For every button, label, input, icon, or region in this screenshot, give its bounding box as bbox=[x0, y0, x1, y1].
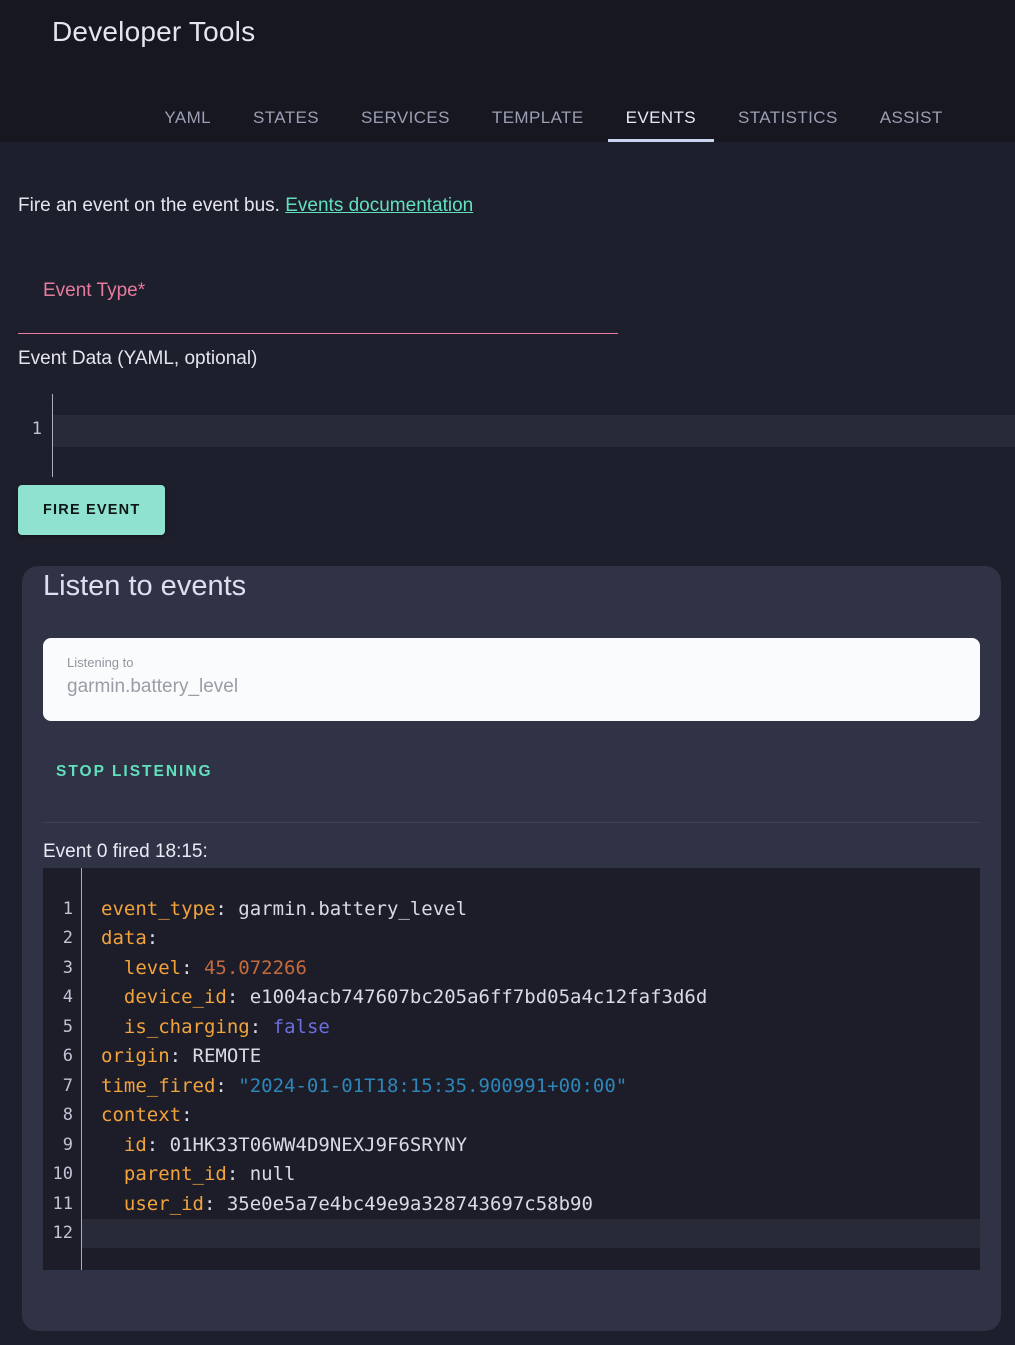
code-line-number: 3 bbox=[43, 958, 73, 978]
developer-tools-page: Developer Tools YAML STATES SERVICES TEM… bbox=[0, 0, 1015, 1345]
code-line-content: is_charging: false bbox=[81, 1012, 980, 1042]
events-documentation-link[interactable]: Events documentation bbox=[285, 195, 473, 216]
tab-statistics[interactable]: STATISTICS bbox=[720, 94, 856, 142]
code-line-number: 8 bbox=[43, 1105, 73, 1125]
event-type-label: Event Type* bbox=[18, 279, 618, 303]
event-type-underline bbox=[18, 333, 618, 334]
code-line-6: 6 origin: REMOTE bbox=[43, 1042, 980, 1072]
code-line-number: 5 bbox=[43, 1017, 73, 1037]
event-output-code-block: 1event_type: garmin.battery_level2data:3… bbox=[43, 868, 980, 1270]
code-line-number: 6 bbox=[43, 1046, 73, 1066]
code-line-content: origin: REMOTE bbox=[81, 1042, 980, 1072]
listening-to-input[interactable]: Listening to garmin.battery_level bbox=[43, 638, 980, 721]
fire-event-description: Fire an event on the event bus. Events d… bbox=[18, 192, 1015, 219]
tab-states[interactable]: STATES bbox=[235, 94, 337, 142]
listening-to-value: garmin.battery_level bbox=[67, 674, 956, 700]
tab-template[interactable]: TEMPLATE bbox=[474, 94, 602, 142]
code-line-number: 12 bbox=[43, 1223, 73, 1243]
code-line-8: 8 context: bbox=[43, 1101, 980, 1131]
card-divider bbox=[43, 822, 980, 823]
editor-active-line bbox=[52, 415, 1015, 447]
event-fired-header: Event 0 fired 18:15: bbox=[43, 839, 980, 865]
code-line-1: 1 event_type: garmin.battery_level bbox=[43, 894, 980, 924]
code-gutter-line bbox=[81, 868, 82, 1270]
code-line-content: time_fired: "2024-01-01T18:15:35.900991+… bbox=[81, 1071, 980, 1101]
listen-to-events-card: Listen to events Listening to garmin.bat… bbox=[22, 566, 1001, 1331]
tab-bar: YAML STATES SERVICES TEMPLATE EVENTS STA… bbox=[46, 94, 1015, 142]
description-text: Fire an event on the event bus. bbox=[18, 195, 280, 216]
code-line-content: event_type: garmin.battery_level bbox=[81, 894, 980, 924]
listen-card-title: Listen to events bbox=[43, 566, 980, 606]
code-line-content: context: bbox=[81, 1101, 980, 1131]
code-line-number: 9 bbox=[43, 1135, 73, 1155]
code-line-content: device_id: e1004acb747607bc205a6ff7bd05a… bbox=[81, 983, 980, 1013]
editor-line-number: 1 bbox=[18, 419, 42, 439]
code-line-9: 9 id: 01HK33T06WW4D9NEXJ9F6SRYNY bbox=[43, 1130, 980, 1160]
event-data-label: Event Data (YAML, optional) bbox=[18, 347, 1015, 371]
code-line-4: 4 device_id: e1004acb747607bc205a6ff7bd0… bbox=[43, 983, 980, 1013]
app-header: Developer Tools YAML STATES SERVICES TEM… bbox=[0, 0, 1015, 142]
code-line-11: 11 user_id: 35e0e5a7e4bc49e9a328743697c5… bbox=[43, 1189, 980, 1219]
code-line-2: 2 data: bbox=[43, 924, 980, 954]
code-line-content: id: 01HK33T06WW4D9NEXJ9F6SRYNY bbox=[81, 1130, 980, 1160]
code-line-number: 2 bbox=[43, 928, 73, 948]
code-line-content: user_id: 35e0e5a7e4bc49e9a328743697c58b9… bbox=[81, 1189, 980, 1219]
code-line-7: 7 time_fired: "2024-01-01T18:15:35.900991… bbox=[43, 1071, 980, 1101]
code-line-number: 7 bbox=[43, 1076, 73, 1096]
fire-event-button[interactable]: FIRE EVENT bbox=[18, 485, 165, 535]
tab-yaml[interactable]: YAML bbox=[146, 94, 229, 142]
editor-gutter-line bbox=[52, 394, 53, 477]
code-line-content bbox=[81, 1219, 980, 1249]
tab-services[interactable]: SERVICES bbox=[343, 94, 468, 142]
event-code-lines: 1event_type: garmin.battery_level2data:3… bbox=[43, 868, 980, 1248]
code-line-content: data: bbox=[81, 924, 980, 954]
code-line-content: parent_id: null bbox=[81, 1160, 980, 1190]
code-line-3: 3 level: 45.072266 bbox=[43, 953, 980, 983]
code-line-content: level: 45.072266 bbox=[81, 953, 980, 983]
code-line-number: 4 bbox=[43, 987, 73, 1007]
tab-events[interactable]: EVENTS bbox=[608, 94, 714, 142]
code-line-number: 10 bbox=[43, 1164, 73, 1184]
code-line-5: 5 is_charging: false bbox=[43, 1012, 980, 1042]
code-line-number: 1 bbox=[43, 899, 73, 919]
event-type-field[interactable]: Event Type* bbox=[18, 279, 618, 334]
page-title: Developer Tools bbox=[0, 0, 1015, 48]
code-line-number: 11 bbox=[43, 1194, 73, 1214]
code-line-12: 12 bbox=[43, 1219, 980, 1249]
event-data-editor[interactable]: 1 bbox=[18, 394, 1015, 477]
listening-to-label: Listening to bbox=[67, 655, 956, 671]
tab-assist[interactable]: ASSIST bbox=[862, 94, 961, 142]
code-line-10: 10 parent_id: null bbox=[43, 1160, 980, 1190]
stop-listening-button[interactable]: STOP LISTENING bbox=[43, 762, 213, 782]
